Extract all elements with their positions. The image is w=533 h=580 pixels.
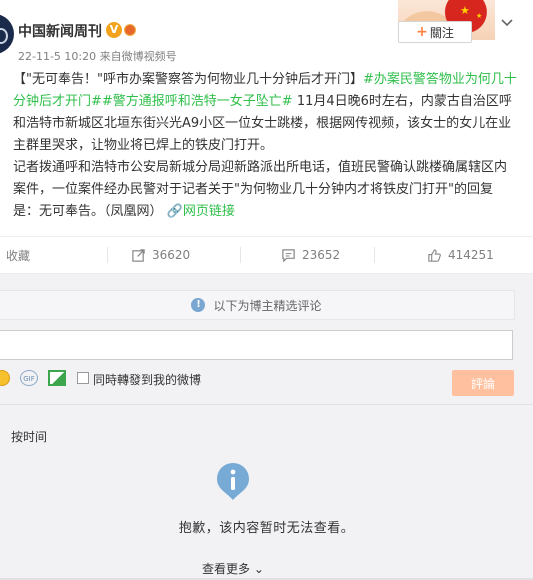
- chevron-down-icon: ⌄: [250, 562, 264, 576]
- info-icon: !: [191, 298, 206, 312]
- comment-icon: [282, 248, 295, 263]
- notice-text: 以下为博主精选评论: [213, 298, 322, 313]
- repost-button[interactable]: 36620: [131, 237, 190, 273]
- divider: [0, 404, 533, 405]
- hashtag-link[interactable]: #警方通报呼和浩特一女子坠亡#: [102, 94, 293, 109]
- comment-input[interactable]: [0, 330, 513, 360]
- repost-icon: [132, 248, 145, 262]
- gif-icon[interactable]: GIF: [20, 370, 38, 386]
- post-meta: 22-11-5 10:20 来自微博视频号: [18, 50, 177, 63]
- repost-count: 36620: [152, 248, 191, 262]
- repost-checkbox[interactable]: [77, 372, 89, 384]
- emoji-icon[interactable]: [0, 370, 10, 386]
- more-label: 查看更多: [202, 562, 251, 576]
- follow-button[interactable]: + 關注: [398, 21, 472, 43]
- empty-message: 抱歉，该内容暂时无法查看。: [178, 521, 355, 536]
- post-text: 记者拨通呼和浩特市公安局新城分局迎新路派出所电话，值班民警确认跳楼确属辖区内案件…: [13, 160, 508, 219]
- follow-label: 關注: [429, 25, 454, 40]
- post-content: 【"无可奉告！"呼市办案警察答为何物业几十分钟后才开门】#办案民警答物业为何几十…: [13, 69, 518, 223]
- like-count: 414251: [448, 248, 494, 262]
- sort-by-time[interactable]: 按时间: [11, 428, 47, 445]
- verified-badge-icon: V: [106, 22, 122, 38]
- load-more-button[interactable]: 查看更多 ⌄: [0, 560, 466, 577]
- thumbs-up-icon: [428, 248, 441, 262]
- username[interactable]: 中国新闻周刊: [18, 21, 102, 41]
- submit-comment-button[interactable]: 評論: [452, 370, 514, 396]
- favorite-label: 收藏: [6, 248, 31, 263]
- comment-button[interactable]: 23652: [281, 237, 340, 273]
- medal-icon: [124, 24, 136, 36]
- repost-checkbox-label: 同時轉發到我的微博: [93, 373, 202, 387]
- image-icon[interactable]: [48, 370, 66, 386]
- info-bubble-icon: [217, 463, 249, 500]
- action-bar: 收藏 36620 23652 414251: [0, 236, 533, 274]
- plus-icon: +: [416, 24, 428, 40]
- featured-comments-notice: ! 以下为博主精选评论: [0, 290, 515, 320]
- post-title: 【"无可奉告！"呼市办案警察答为何物业几十分钟后才开门】: [13, 72, 363, 87]
- like-button[interactable]: 414251: [427, 237, 494, 273]
- comment-count: 23652: [302, 248, 341, 262]
- favorite-button[interactable]: 收藏: [6, 237, 30, 273]
- web-link[interactable]: 🔗网页链接: [167, 204, 235, 219]
- chevron-down-icon[interactable]: [499, 14, 515, 30]
- avatar[interactable]: [0, 14, 14, 54]
- comment-toolbar: GIF 同時轉發到我的微博: [0, 369, 516, 393]
